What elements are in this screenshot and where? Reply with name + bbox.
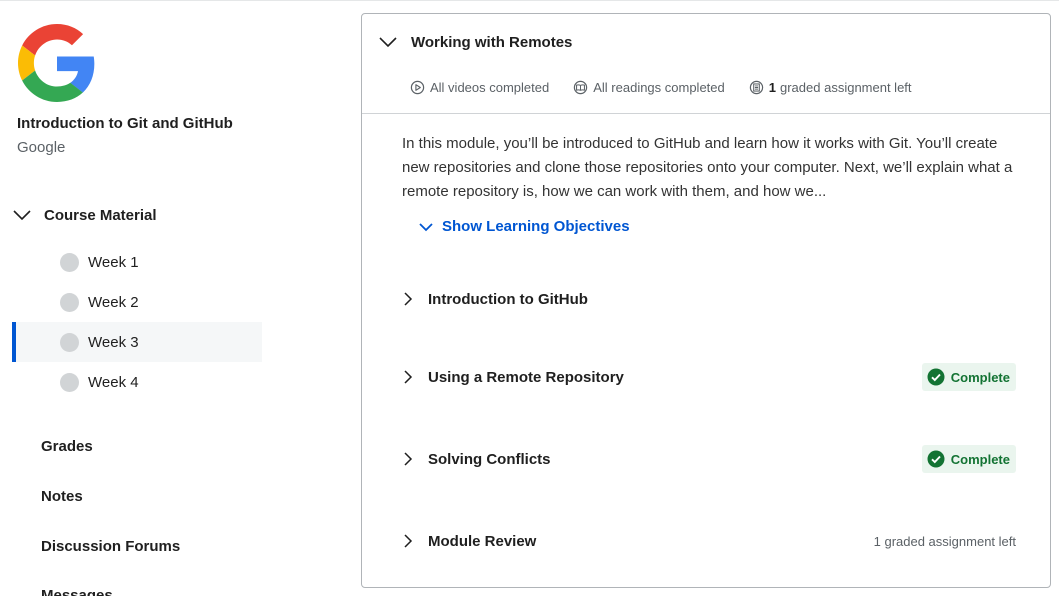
check-circle-icon <box>927 368 945 386</box>
module-meta: All videos completed All readings comple… <box>410 80 936 95</box>
check-circle-icon <box>927 450 945 468</box>
week-label: Week 3 <box>88 333 139 351</box>
chevron-right-icon <box>404 292 413 306</box>
complete-badge: Complete <box>921 363 1016 391</box>
readings-status-text: All readings completed <box>593 80 725 95</box>
graded-left-text: 1 graded assignment left <box>873 533 1016 549</box>
complete-badge-text: Complete <box>950 451 1010 467</box>
videos-status-text: All videos completed <box>430 80 550 95</box>
videos-status: All videos completed <box>410 80 549 95</box>
lesson-status: 1 graded assignment left <box>874 534 1016 549</box>
graded-count: 1 <box>768 80 776 95</box>
week-label: Week 4 <box>88 373 139 391</box>
chevron-down-icon <box>379 37 397 48</box>
show-learning-objectives-button[interactable]: Show Learning Objectives <box>418 218 630 235</box>
progress-circle-icon <box>60 252 79 272</box>
google-logo-icon <box>18 24 96 102</box>
lesson-title: Introduction to GitHub <box>428 290 588 308</box>
lesson-introduction-to-github[interactable]: Introduction to GitHub <box>400 281 1016 317</box>
module-header: Working with Remotes All videos complete… <box>362 14 1050 114</box>
lesson-status: Complete <box>921 445 1016 473</box>
chevron-right-icon <box>404 534 413 548</box>
course-material-toggle[interactable]: Course Material <box>12 203 157 227</box>
sidebar-item-week-4[interactable]: Week 4 <box>12 362 262 402</box>
sidebar-link-messages[interactable]: Messages <box>41 587 113 596</box>
graded-status-text: graded assignment left <box>780 80 912 95</box>
sidebar: Introduction to Git and GitHub Google Co… <box>0 0 300 596</box>
chevron-down-icon <box>419 222 433 231</box>
play-circle-icon <box>410 80 425 95</box>
lesson-title: Module Review <box>428 532 537 550</box>
show-learning-objectives-label: Show Learning Objectives <box>442 218 630 235</box>
assignment-icon <box>749 80 763 95</box>
graded-status: 1 graded assignment left <box>749 80 912 95</box>
complete-badge: Complete <box>921 445 1016 473</box>
module-description: In this module, you’ll be introduced to … <box>402 135 1013 200</box>
progress-circle-icon <box>60 372 79 392</box>
course-org: Google <box>17 139 66 156</box>
chevron-right-icon <box>404 370 413 384</box>
lesson-module-review[interactable]: Module Review 1 graded assignment left <box>400 523 1016 559</box>
sidebar-item-week-1[interactable]: Week 1 <box>12 242 262 282</box>
chevron-right-icon <box>404 452 413 466</box>
sidebar-link-discussion-forums[interactable]: Discussion Forums <box>41 538 180 555</box>
readings-status: All readings completed <box>573 80 725 95</box>
lesson-title: Using a Remote Repository <box>428 368 624 386</box>
book-open-icon <box>574 80 588 95</box>
week-label: Week 2 <box>88 293 139 311</box>
module-title: Working with Remotes <box>411 33 573 51</box>
lesson-status: Complete <box>921 363 1016 391</box>
sidebar-link-grades[interactable]: Grades <box>41 438 93 455</box>
lesson-title: Solving Conflicts <box>428 450 551 468</box>
lesson-solving-conflicts[interactable]: Solving Conflicts Complete <box>400 441 1016 477</box>
chevron-down-icon <box>13 210 31 221</box>
sidebar-item-week-2[interactable]: Week 2 <box>12 282 262 322</box>
sidebar-item-week-3[interactable]: Week 3 <box>12 322 262 362</box>
module-toggle[interactable]: Working with Remotes <box>378 32 572 52</box>
progress-circle-icon <box>60 292 79 312</box>
complete-badge-text: Complete <box>950 369 1010 385</box>
course-title: Introduction to Git and GitHub <box>17 115 233 132</box>
progress-circle-icon <box>60 332 79 352</box>
module-card: Working with Remotes All videos complete… <box>361 13 1051 588</box>
lesson-using-a-remote-repository[interactable]: Using a Remote Repository Complete <box>400 359 1016 395</box>
week-label: Week 1 <box>88 253 139 271</box>
sidebar-link-notes[interactable]: Notes <box>41 488 83 505</box>
course-material-label: Course Material <box>44 206 157 224</box>
